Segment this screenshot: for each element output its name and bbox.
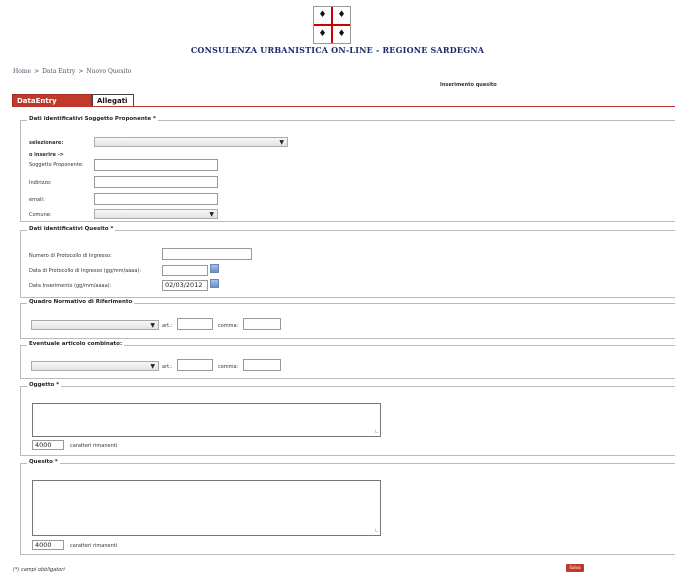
data-protocollo-label: Data di Protocollo di Ingresso (gg/mm/aa… — [29, 268, 142, 274]
required-fields-note: (*) campi obbligatori — [13, 567, 65, 573]
fieldset-quesito: Quesito * ∟ 4000 caratteri rimanenti — [20, 459, 675, 555]
resize-grip-icon[interactable]: ∟ — [375, 529, 379, 534]
chevron-down-icon: ▼ — [150, 363, 155, 370]
breadcrumb-data-entry[interactable]: Data Entry — [42, 68, 75, 75]
soggetto-input[interactable] — [94, 159, 218, 171]
save-button[interactable]: Salva — [566, 564, 584, 572]
email-input[interactable] — [94, 193, 218, 205]
or-insert-label: o inserire -> — [29, 152, 64, 158]
data-inserimento-label: Data Inserimento (gg/mm/aaaa): — [29, 283, 112, 289]
quesito-textarea[interactable]: ∟ — [32, 480, 381, 536]
legend-quesito: Quesito * — [27, 459, 60, 465]
chevron-down-icon: ▼ — [209, 211, 214, 218]
calendar-icon[interactable] — [210, 264, 219, 273]
oggetto-counter: 4000 — [32, 440, 64, 450]
email-label: email: — [29, 197, 45, 203]
moor-head-icon: ♦ — [337, 10, 346, 20]
data-inserimento-input[interactable]: 02/03/2012 — [162, 280, 208, 291]
tab-underline — [12, 106, 675, 107]
comune-select[interactable]: ▼ — [94, 209, 218, 219]
eventuale-art-input[interactable] — [177, 359, 213, 371]
quesito-counter: 4000 — [32, 540, 64, 550]
fieldset-oggetto: Oggetto * ∟ 4000 caratteri rimanenti — [20, 382, 675, 456]
protocollo-input[interactable] — [162, 248, 252, 260]
fieldset-quadro-normativo: Quadro Normativo di Riferimento ▼ art.: … — [20, 299, 675, 339]
eventuale-select[interactable]: ▼ — [31, 361, 159, 371]
fieldset-eventuale: Eventuale articolo combinato: ▼ art.: co… — [20, 341, 675, 379]
comma-label: comma: — [218, 364, 239, 370]
moor-head-icon: ♦ — [318, 29, 327, 39]
protocollo-label: Numero di Protocollo di Ingresso: — [29, 253, 112, 259]
site-title: CONSULENZA URBANISTICA ON-LINE - REGIONE… — [190, 45, 485, 55]
eventuale-comma-input[interactable] — [243, 359, 281, 371]
quadro-select[interactable]: ▼ — [31, 320, 159, 330]
breadcrumb-home[interactable]: Home — [13, 68, 31, 75]
fieldset-soggetto: Dati identificativi Soggetto Proponente … — [20, 116, 675, 222]
oggetto-textarea[interactable]: ∟ — [32, 403, 381, 437]
comune-label: Comune: — [29, 212, 52, 218]
resize-grip-icon[interactable]: ∟ — [375, 430, 379, 435]
oggetto-counter-label: caratteri rimanenti — [70, 443, 118, 449]
chevron-down-icon: ▼ — [150, 322, 155, 329]
select-label: selezionare: — [29, 140, 64, 146]
indirizzo-label: Indirizzo: — [29, 180, 52, 186]
legend-soggetto: Dati identificativi Soggetto Proponente … — [27, 116, 158, 122]
soggetto-label: Soggetto Proponente: — [29, 162, 84, 168]
calendar-icon[interactable] — [210, 279, 219, 288]
quesito-counter-label: caratteri rimanenti — [70, 543, 118, 549]
quadro-art-input[interactable] — [177, 318, 213, 330]
moor-head-icon: ♦ — [318, 10, 327, 20]
legend-quadro: Quadro Normativo di Riferimento — [27, 299, 135, 305]
legend-quesito-dati: Dati identificativi Quesito * — [27, 226, 116, 232]
chevron-down-icon: ▼ — [279, 139, 284, 146]
breadcrumb-current: Nuovo Quesito — [86, 68, 132, 75]
data-protocollo-input[interactable] — [162, 265, 208, 276]
quadro-comma-input[interactable] — [243, 318, 281, 330]
comma-label: comma: — [218, 323, 239, 329]
sardinia-flag-logo: ♦ ♦ ♦ ♦ — [313, 6, 351, 44]
legend-eventuale: Eventuale articolo combinato: — [27, 341, 125, 347]
indirizzo-input[interactable] — [94, 176, 218, 188]
legend-oggetto: Oggetto * — [27, 382, 62, 388]
page-title: Inserimento quesito — [440, 82, 497, 88]
breadcrumb: Home > Data Entry > Nuovo Quesito — [13, 68, 132, 75]
fieldset-quesito-dati: Dati identificativi Quesito * Numero di … — [20, 226, 675, 298]
soggetto-select[interactable]: ▼ — [94, 137, 288, 147]
art-label: art.: — [162, 323, 173, 329]
moor-head-icon: ♦ — [337, 29, 346, 39]
art-label: art.: — [162, 364, 173, 370]
